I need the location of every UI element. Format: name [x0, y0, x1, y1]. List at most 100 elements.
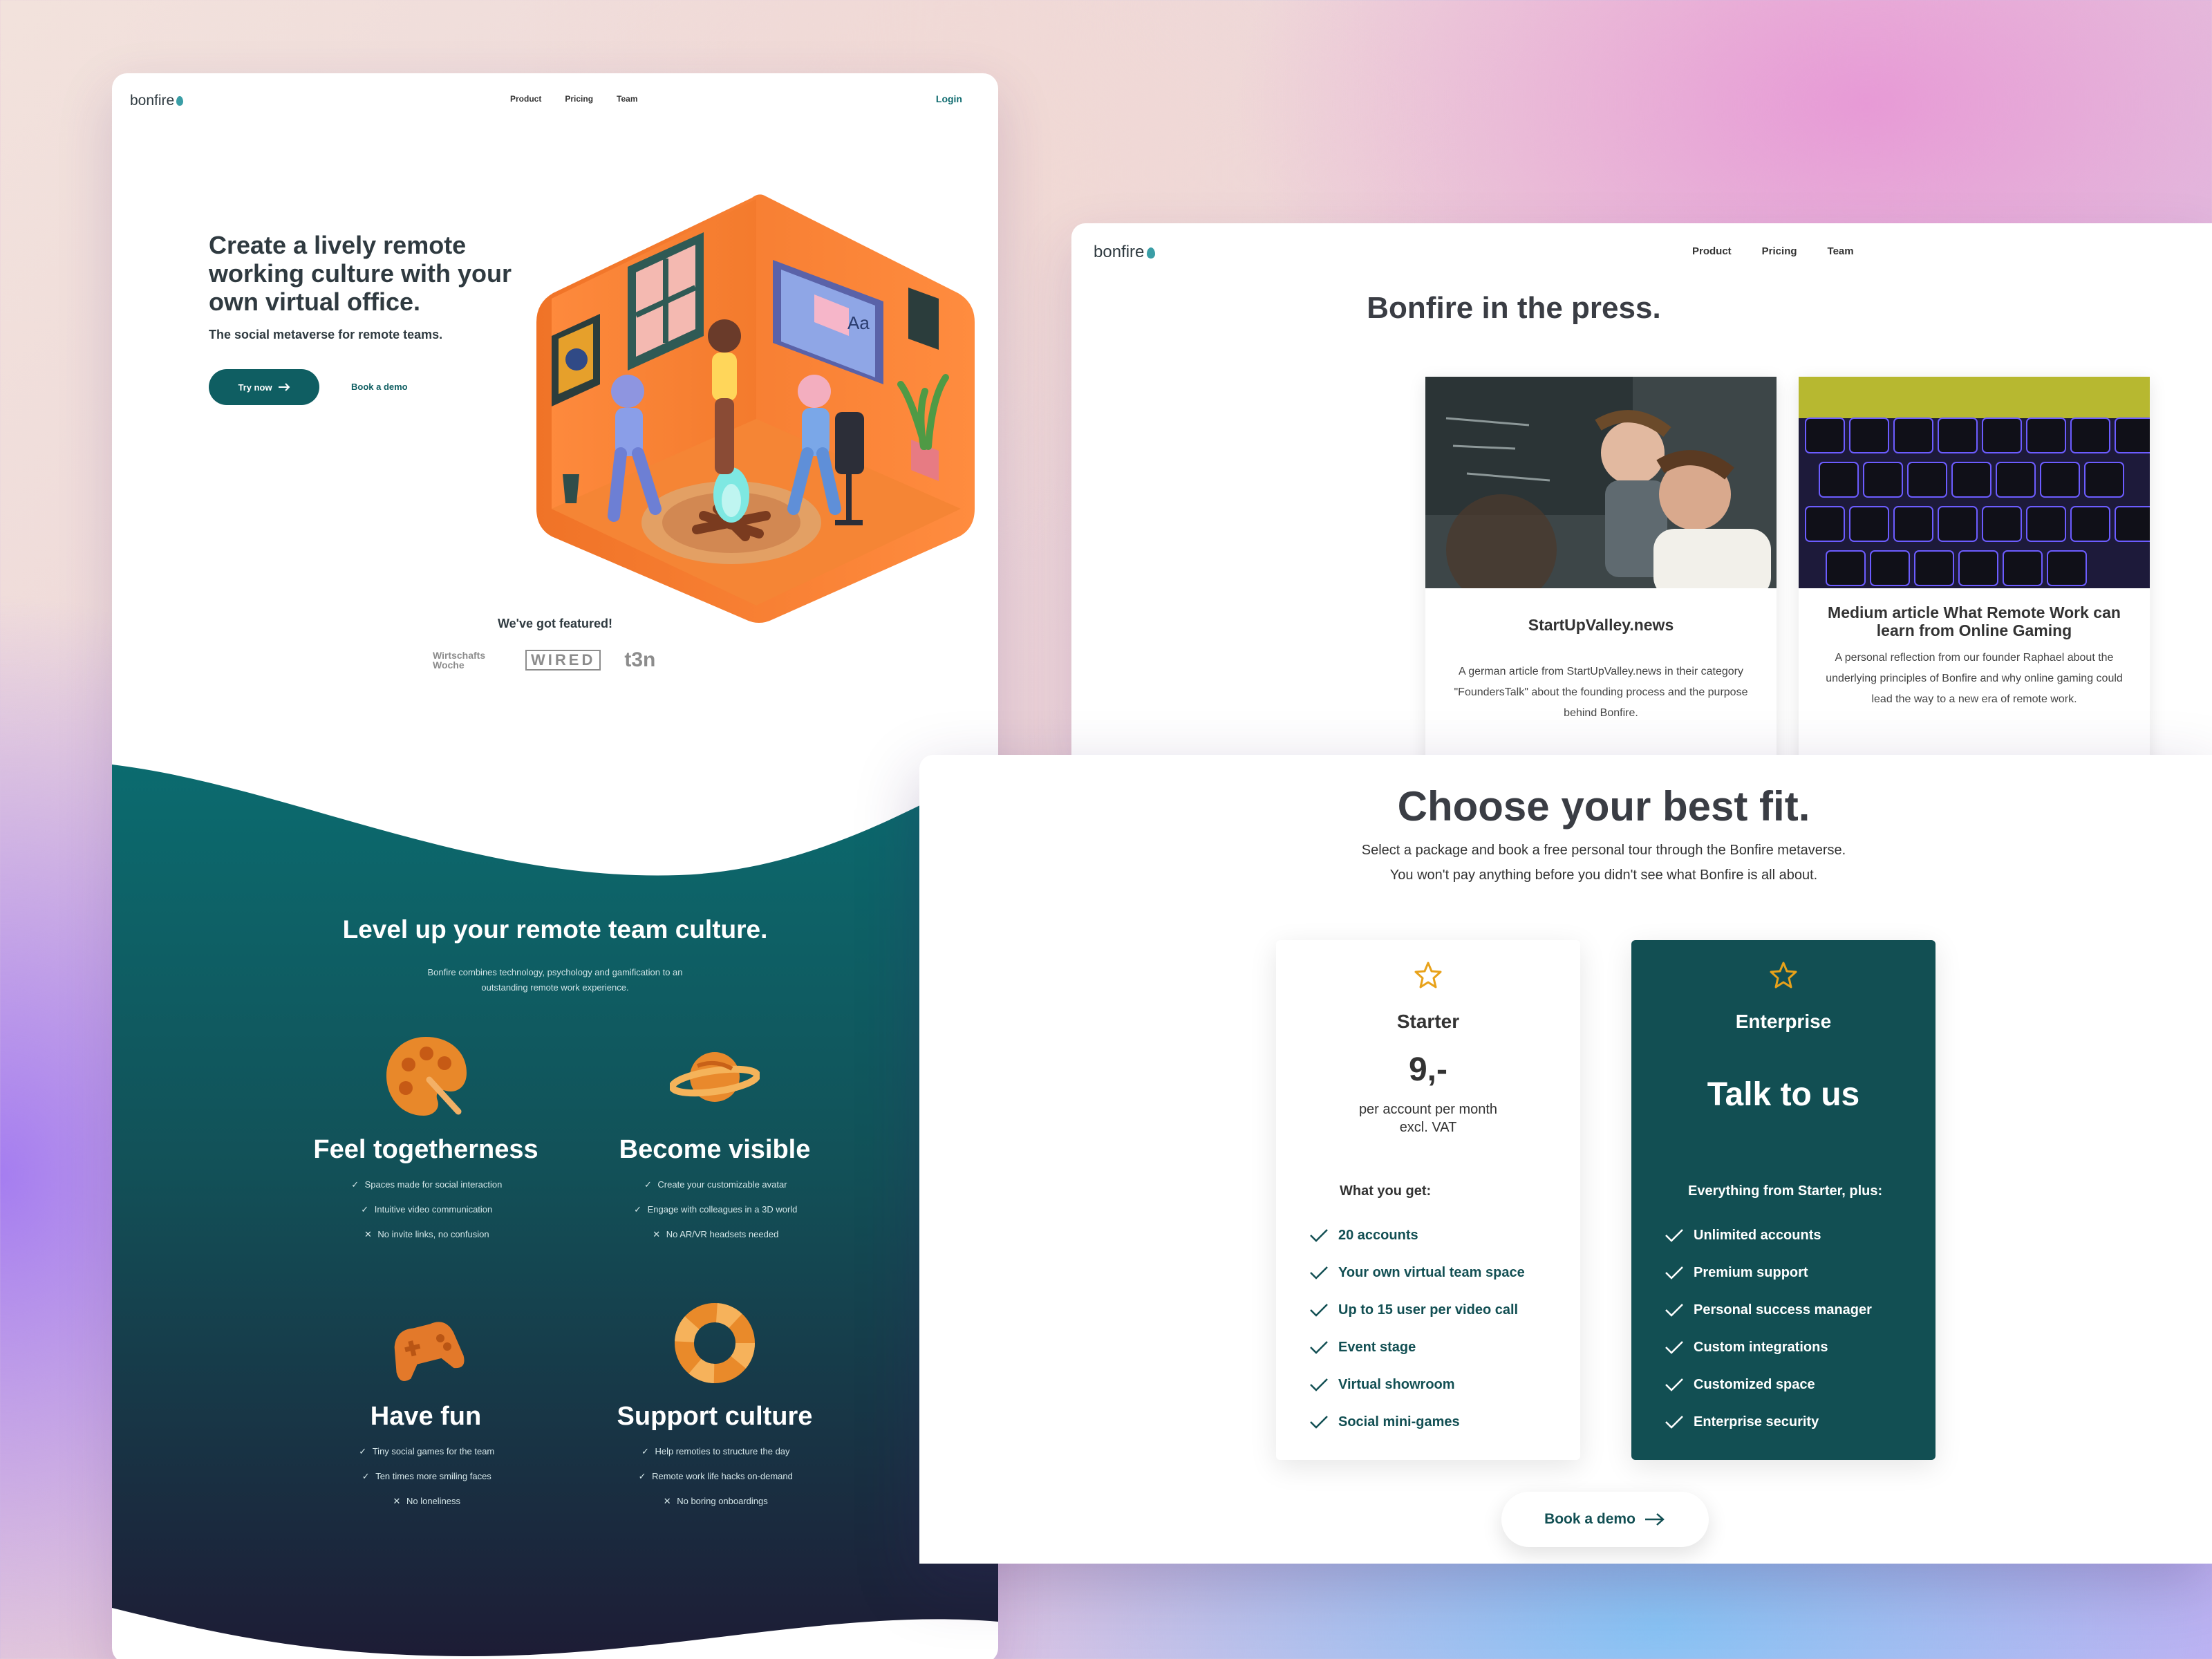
check-icon: [1665, 1416, 1683, 1429]
check-icon: [1310, 1266, 1328, 1280]
cross-icon: ✕: [663, 1496, 671, 1506]
nav-pricing[interactable]: Pricing: [1762, 245, 1797, 257]
check-icon: [1310, 1378, 1328, 1391]
feature-item-text: No boring onboardings: [677, 1496, 768, 1506]
top-navigation: bonfire Product Pricing Team Login: [130, 87, 980, 115]
nav-team[interactable]: Team: [617, 94, 637, 104]
feature-item-text: Tiny social games for the team: [372, 1446, 495, 1456]
plan-feature-list: 20 accounts Your own virtual team space …: [1309, 1217, 1525, 1441]
press-page-mockup: bonfire Product Pricing Team Bonfire in …: [1071, 223, 2212, 762]
virtual-office-illustration: Aa: [536, 194, 975, 623]
feature-item-text: Intuitive video communication: [374, 1204, 493, 1215]
check-icon: ✓: [362, 1471, 370, 1481]
check-icon: [1665, 1229, 1683, 1242]
gamepad-icon: [394, 1322, 465, 1381]
check-icon: [1310, 1304, 1328, 1317]
press-card-title: Medium article What Remote Work can lear…: [1828, 603, 2121, 639]
press-card-text: A personal reflection from our founder R…: [1826, 652, 2123, 705]
star-icon: [1414, 962, 1442, 988]
check-icon: ✓: [638, 1471, 646, 1481]
press-card-startupvalley[interactable]: StartUpValley.news A german article from…: [1425, 377, 1777, 762]
feature-item-text: Ten times more smiling faces: [375, 1471, 491, 1481]
try-now-button[interactable]: Try now: [209, 369, 319, 405]
feature-title: Feel togetherness: [313, 1135, 538, 1164]
feature-title: Become visible: [619, 1135, 811, 1164]
feature-item: ✓ Intuitive video communication: [294, 1197, 557, 1222]
plan-feature-text: Customized space: [1694, 1376, 1815, 1392]
feature-item-text: Spaces made for social interaction: [364, 1179, 503, 1190]
feature-become-visible: Become visible ✓ Create your customizable…: [583, 1031, 846, 1247]
check-icon: ✓: [359, 1446, 367, 1456]
check-icon: [1665, 1304, 1683, 1317]
star-icon: [1770, 962, 1797, 988]
feature-title: Support culture: [617, 1402, 813, 1431]
feature-item-text: No loneliness: [406, 1496, 461, 1506]
plan-feature: Premium support: [1665, 1254, 1872, 1291]
plan-feature-text: Personal success manager: [1694, 1302, 1872, 1318]
cross-icon: ✕: [364, 1229, 372, 1239]
feature-feel-togetherness: Feel togetherness ✓ Spaces made for socia…: [294, 1031, 557, 1247]
keyboard-photo: [1799, 377, 2155, 588]
logo-text: bonfire: [130, 93, 175, 109]
plan-feature: 20 accounts: [1309, 1217, 1525, 1254]
login-link[interactable]: Login: [936, 93, 962, 104]
t3n-logo: t3n: [624, 648, 656, 671]
feature-item: ✕ No invite links, no confusion: [294, 1222, 557, 1247]
flame-icon: [1147, 247, 1156, 259]
plan-feature-text: Up to 15 user per video call: [1338, 1302, 1519, 1318]
plan-feature-text: Custom integrations: [1694, 1339, 1828, 1355]
hero-title: Create a lively remote working culture w…: [209, 231, 512, 316]
plan-name: Starter: [1396, 1011, 1460, 1032]
nav-links: Product Pricing Team: [1692, 245, 1854, 257]
plan-feature: Personal success manager: [1665, 1291, 1872, 1329]
nav-product[interactable]: Product: [1692, 245, 1732, 257]
check-icon: [1665, 1378, 1683, 1391]
featured-heading: We've got featured!: [498, 617, 612, 630]
feature-item-text: Help remoties to structure the day: [655, 1446, 790, 1456]
book-demo-label: Book a demo: [1544, 1511, 1635, 1527]
nav-product[interactable]: Product: [510, 94, 541, 104]
bonfire-logo[interactable]: bonfire: [130, 93, 184, 109]
nav-team[interactable]: Team: [1828, 245, 1854, 257]
plan-feature-list: Unlimited accounts Premium support Perso…: [1665, 1217, 1872, 1441]
plan-feature: Enterprise security: [1665, 1403, 1872, 1441]
plan-feature: Up to 15 user per video call: [1309, 1291, 1525, 1329]
culture-subtitle: Bonfire combines technology, psychology …: [427, 967, 683, 993]
pricing-subtitle-line: Select a package and book a free persona…: [1361, 843, 1846, 858]
feature-title: Have fun: [370, 1402, 482, 1431]
plan-features-title: Everything from Starter, plus:: [1688, 1183, 1883, 1199]
feature-item: ✓ Remote work life hacks on-demand: [583, 1464, 846, 1489]
press-card-medium[interactable]: Medium article What Remote Work can lear…: [1799, 377, 2155, 762]
check-icon: ✓: [634, 1204, 642, 1215]
feature-item: ✕ No loneliness: [294, 1489, 557, 1514]
plan-feature-text: Your own virtual team space: [1338, 1264, 1525, 1280]
bonfire-logo[interactable]: bonfire: [1094, 243, 1156, 262]
feature-item-text: No AR/VR headsets needed: [666, 1229, 779, 1239]
press-title: Bonfire in the press.: [1367, 291, 1661, 325]
meeting-photo: [1425, 377, 1777, 605]
landing-page-mockup: bonfire Product Pricing Team Login Creat…: [112, 73, 998, 1659]
starter-plan-card[interactable]: Starter 9,- per account per month excl. …: [1276, 940, 1580, 1460]
plan-feature: Unlimited accounts: [1665, 1217, 1872, 1254]
feature-item: ✕ No boring onboardings: [583, 1489, 846, 1514]
wired-logo: WIRED: [525, 650, 601, 671]
plan-price: 9,-: [1408, 1051, 1447, 1088]
pricing-title: Choose your best fit.: [1397, 783, 1810, 830]
plan-feature-text: Event stage: [1338, 1339, 1416, 1355]
nav-pricing[interactable]: Pricing: [565, 94, 593, 104]
check-icon: [1665, 1341, 1683, 1354]
book-demo-button[interactable]: Book a demo: [1501, 1492, 1709, 1547]
feature-item: ✓ Tiny social games for the team: [294, 1439, 557, 1464]
plan-period-line: per account per month: [1358, 1102, 1498, 1117]
enterprise-plan-card[interactable]: Enterprise Talk to us Everything from St…: [1631, 940, 1936, 1460]
feature-item: ✓ Create your customizable avatar: [583, 1172, 846, 1197]
plan-feature: Social mini-games: [1309, 1403, 1525, 1441]
book-demo-link[interactable]: Book a demo: [351, 382, 408, 392]
arrow-right-icon: [1644, 1513, 1665, 1526]
culture-title: Level up your remote team culture.: [342, 915, 768, 944]
press-logos: Wirtschafts Woche WIRED t3n: [433, 648, 655, 672]
plan-feature-text: Virtual showroom: [1338, 1376, 1455, 1392]
feature-item: ✓ Help remoties to structure the day: [583, 1439, 846, 1464]
plan-price: Talk to us: [1707, 1076, 1860, 1113]
pricing-page-mockup: Choose your best fit. Select a package a…: [919, 755, 2212, 1564]
